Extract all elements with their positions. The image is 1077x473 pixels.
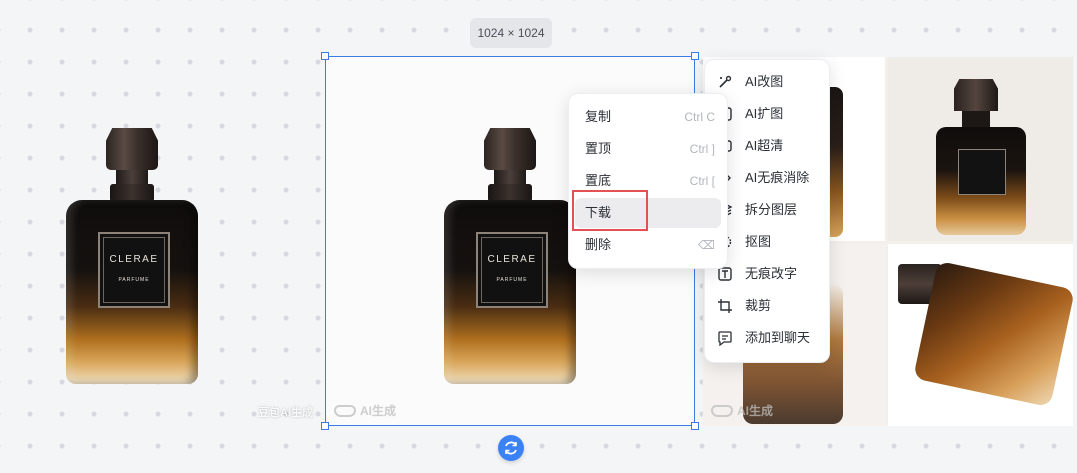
chat-add-icon <box>718 331 732 346</box>
ai-tool-label: 添加到聊天 <box>745 330 811 345</box>
collage-tile-2 <box>888 57 1073 241</box>
crop-icon <box>718 299 732 313</box>
context-menu: 复制 Ctrl C 置顶 Ctrl ] 置底 Ctrl [ 下载 删除 ⌫ <box>568 93 728 269</box>
collage-label <box>958 149 1006 195</box>
collage-lying-body <box>913 260 1073 408</box>
ai-tool-label: 拆分图层 <box>745 202 798 217</box>
menu-item-copy[interactable]: 复制 Ctrl C <box>575 102 721 132</box>
left-image-bottle[interactable]: CLERAE PARFUME <box>66 128 198 384</box>
menu-item-label: 删除 <box>585 237 612 252</box>
bottle-label: CLERAE PARFUME <box>476 232 548 308</box>
resize-handle-bottom-right[interactable] <box>691 422 699 430</box>
ai-tool-add-to-chat[interactable]: 添加到聊天 <box>717 323 827 353</box>
left-watermark: 豆包AI生成 <box>258 407 313 419</box>
menu-item-label: 复制 <box>585 109 612 124</box>
right-ai-watermark: AI生成 <box>711 402 773 419</box>
ai-tool-ai-hd[interactable]: AI超清 <box>717 131 827 161</box>
ai-tool-ai-edit[interactable]: AI改图 <box>717 67 827 97</box>
ai-tool-label: AI扩图 <box>745 106 784 121</box>
collage-tile-4 <box>888 244 1073 426</box>
ai-tool-label: 裁剪 <box>745 298 772 313</box>
menu-item-label: 置顶 <box>585 141 612 156</box>
bottle-cap <box>484 128 536 170</box>
ai-tool-label: AI超清 <box>745 138 784 153</box>
bottle-cap <box>106 128 158 170</box>
ai-tool-label: AI无痕消除 <box>745 170 810 185</box>
ai-tool-label: 抠图 <box>745 234 772 249</box>
menu-item-shortcut: Ctrl [ <box>689 174 715 188</box>
ai-tool-label: 无痕改字 <box>745 266 798 281</box>
ai-tool-crop[interactable]: 裁剪 <box>717 291 827 321</box>
bottle-label: CLERAE PARFUME <box>98 232 170 308</box>
selected-image-bottle[interactable]: CLERAE PARFUME <box>444 128 576 384</box>
magic-brush-icon <box>719 75 732 88</box>
regenerate-button[interactable] <box>498 435 524 461</box>
watermark-logo-icon <box>334 405 356 417</box>
refresh-icon <box>505 441 517 455</box>
bottle-brand: CLERAE <box>109 254 159 265</box>
ai-tool-split-layers[interactable]: 拆分图层 <box>717 195 827 225</box>
bottle-subtitle: PARFUME <box>496 277 528 283</box>
center-ai-watermark-text: AI生成 <box>360 404 397 418</box>
bottle-subtitle: PARFUME <box>118 277 150 283</box>
ai-tool-label: AI改图 <box>745 74 784 89</box>
menu-item-delete[interactable]: 删除 ⌫ <box>575 230 721 260</box>
bottle-brand: CLERAE <box>487 254 537 265</box>
center-ai-watermark: AI生成 <box>334 402 396 419</box>
resize-handle-bottom-left[interactable] <box>321 422 329 430</box>
download-highlight-box <box>572 190 648 231</box>
ai-tool-ai-expand[interactable]: AI扩图 <box>717 99 827 129</box>
resize-handle-top-left[interactable] <box>321 52 329 60</box>
collage-cap <box>954 79 998 111</box>
ai-tool-cutout[interactable]: 抠图 <box>717 227 827 257</box>
backspace-icon: ⌫ <box>698 238 715 252</box>
watermark-logo-icon <box>711 405 733 417</box>
right-ai-watermark-text: AI生成 <box>737 404 774 418</box>
ai-tool-text-edit[interactable]: 无痕改字 <box>717 259 827 289</box>
dimension-badge: 1024 × 1024 <box>470 18 552 48</box>
menu-item-shortcut: Ctrl C <box>684 110 715 124</box>
ai-tool-ai-erase[interactable]: AI无痕消除 <box>717 163 827 193</box>
menu-item-bring-to-front[interactable]: 置顶 Ctrl ] <box>575 134 721 164</box>
resize-handle-top-right[interactable] <box>691 52 699 60</box>
menu-item-shortcut: Ctrl ] <box>689 142 715 156</box>
